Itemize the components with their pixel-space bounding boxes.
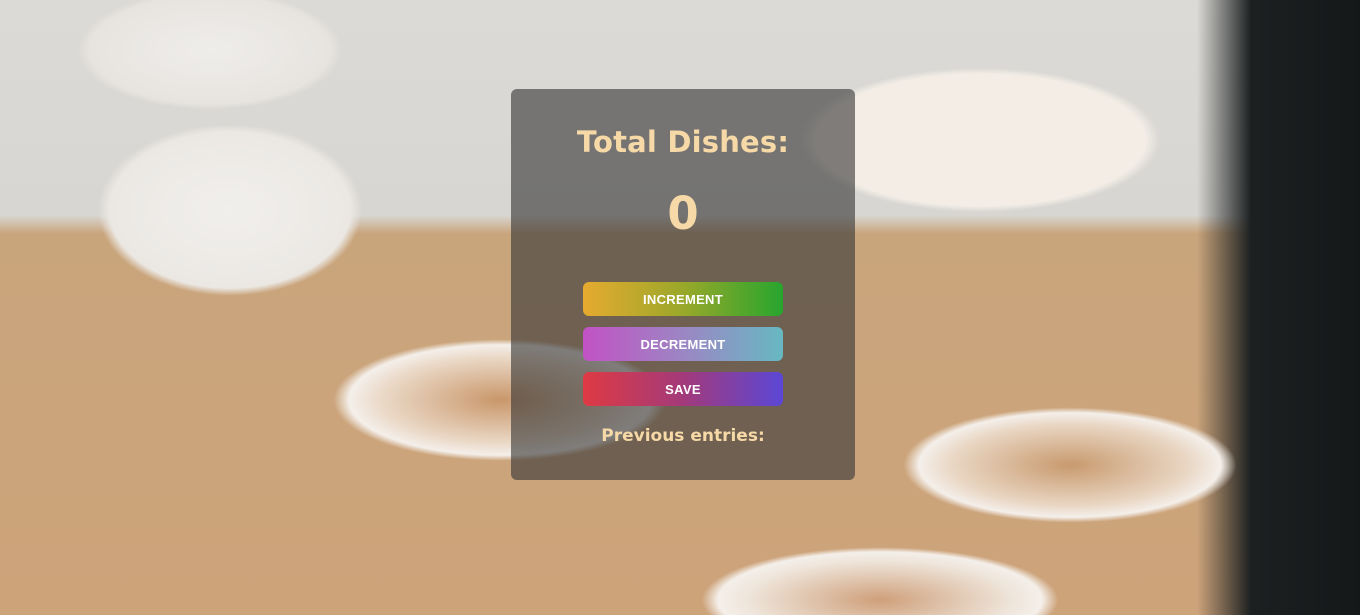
- dish-count: 0: [667, 187, 699, 240]
- previous-entries-heading: Previous entries:: [601, 426, 765, 446]
- save-button[interactable]: SAVE: [583, 372, 783, 406]
- decrement-button[interactable]: DECREMENT: [583, 327, 783, 361]
- increment-button[interactable]: INCREMENT: [583, 282, 783, 316]
- counter-card: Total Dishes: 0 INCREMENT DECREMENT SAVE…: [511, 89, 855, 480]
- counter-title: Total Dishes:: [576, 125, 790, 159]
